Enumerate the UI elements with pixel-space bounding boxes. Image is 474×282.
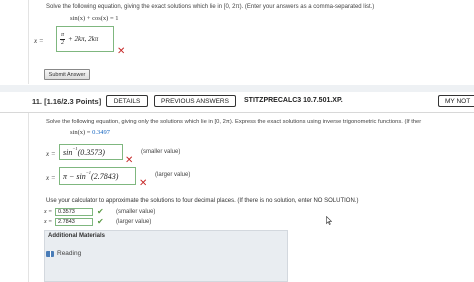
- previous-answers-button[interactable]: PREVIOUS ANSWERS: [154, 95, 236, 107]
- additional-materials-title: Additional Materials: [48, 233, 106, 239]
- answer2-function: π − sin: [63, 171, 86, 181]
- check-mark-icon: ✔: [97, 217, 104, 226]
- my-notes-button[interactable]: MY NOT: [438, 95, 474, 107]
- question-number: 11. [1.16/2.3 Points]: [32, 97, 101, 106]
- answer2-note: (larger value): [155, 172, 191, 178]
- reading-link[interactable]: Reading: [46, 250, 81, 257]
- question-divider: [0, 85, 474, 92]
- answer1-x-label: x =: [46, 150, 56, 158]
- answer2-argument: (2.7843): [91, 171, 119, 181]
- answer2-x-label: x =: [46, 174, 56, 182]
- answer1-note: (smaller value): [141, 149, 181, 155]
- book-icon: [46, 250, 54, 257]
- answer2-exponent: −1: [85, 169, 92, 175]
- fraction-denominator: 2: [61, 39, 64, 46]
- question-equation: sin(x) = 0.3497: [70, 129, 110, 136]
- reading-label: Reading: [57, 250, 82, 257]
- decimal1-x-label: x =: [44, 209, 53, 215]
- equation-prefix: sin(x) =: [70, 129, 91, 136]
- answer-fraction: π 2: [60, 31, 66, 47]
- decimal1-input[interactable]: 0.3573: [55, 208, 93, 216]
- x-mark-icon: ✕: [139, 178, 148, 189]
- mouse-cursor-icon: [326, 216, 332, 225]
- answer1-argument: (0.3573): [77, 147, 105, 157]
- answer1-exponent: −1: [72, 145, 78, 151]
- answer1-function: sin: [63, 147, 73, 157]
- calculator-instructions: Use your calculator to approximate the s…: [46, 198, 359, 204]
- previous-question-instructions: Solve the following equation, giving the…: [46, 4, 375, 10]
- question-number-label: 11.: [32, 97, 43, 106]
- details-button[interactable]: DETAILS: [106, 95, 148, 107]
- previous-x-label: x =: [34, 37, 44, 45]
- question-points: [1.16/2.3 Points]: [44, 97, 102, 106]
- decimal2-note: (larger value): [116, 219, 152, 225]
- equation-value: 0.3497: [92, 129, 110, 136]
- check-mark-icon: ✔: [97, 207, 104, 216]
- question-code: STITZPRECALC3 10.7.501.XP.: [244, 97, 343, 104]
- decimal2-input[interactable]: 2.7843: [55, 218, 93, 226]
- previous-answer-rest: + 2kπ, 2kπ: [68, 35, 99, 43]
- answer1-input[interactable]: sin −1 (0.3573): [59, 144, 123, 160]
- fraction-numerator: π: [60, 31, 66, 40]
- x-mark-icon: ✕: [117, 46, 126, 57]
- decimal2-x-label: x =: [44, 219, 53, 225]
- x-mark-icon: ✕: [125, 155, 134, 166]
- answer2-input[interactable]: π − sin −1 (2.7843): [59, 167, 136, 185]
- previous-question-equation: sin(x) + cos(x) = 1: [70, 15, 119, 22]
- submit-answer-button[interactable]: Submit Answer: [44, 69, 90, 80]
- decimal1-note: (smaller value): [116, 209, 156, 215]
- question-instructions: Solve the following equation, giving onl…: [46, 119, 422, 125]
- previous-answer-input[interactable]: π 2 + 2kπ, 2kπ: [56, 26, 114, 52]
